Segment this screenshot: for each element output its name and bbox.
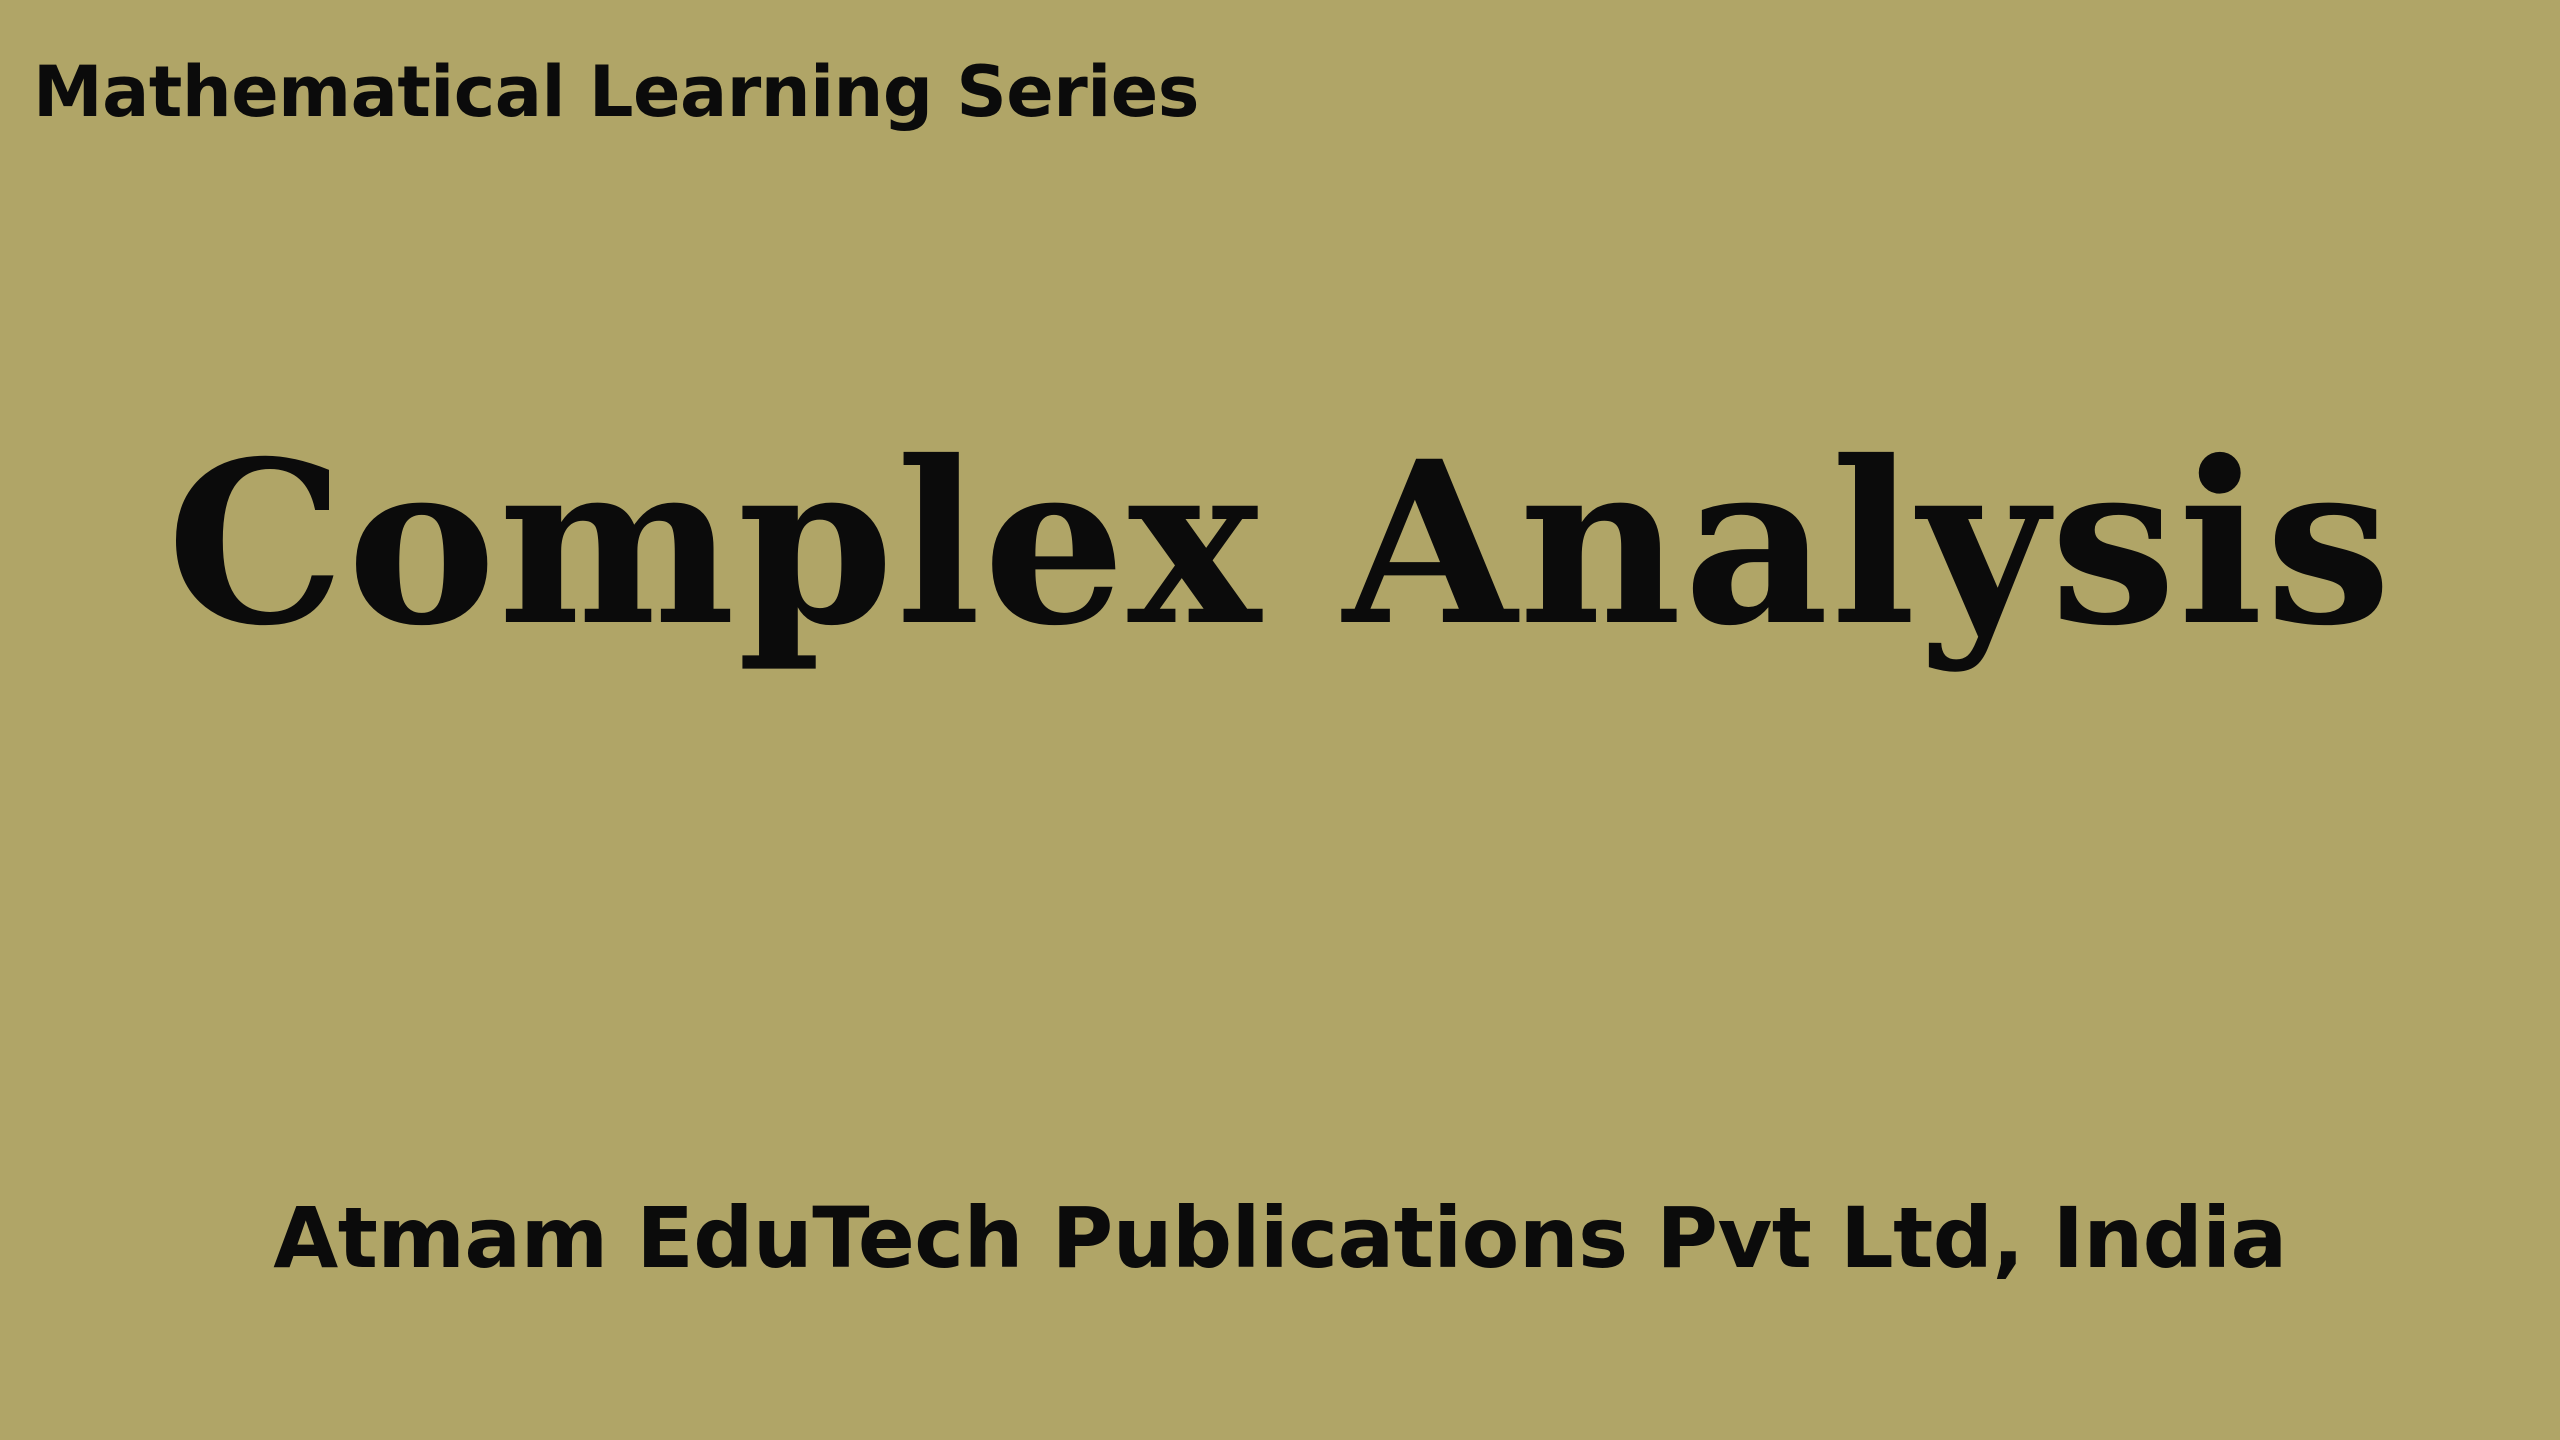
book-cover: Mathematical Learning Series Complex Ana… bbox=[0, 0, 2560, 1440]
series-label: Mathematical Learning Series bbox=[33, 51, 1199, 133]
book-title: Complex Analysis bbox=[166, 412, 2394, 675]
publisher-name: Atmam EduTech Publications Pvt Ltd, Indi… bbox=[273, 1189, 2287, 1287]
